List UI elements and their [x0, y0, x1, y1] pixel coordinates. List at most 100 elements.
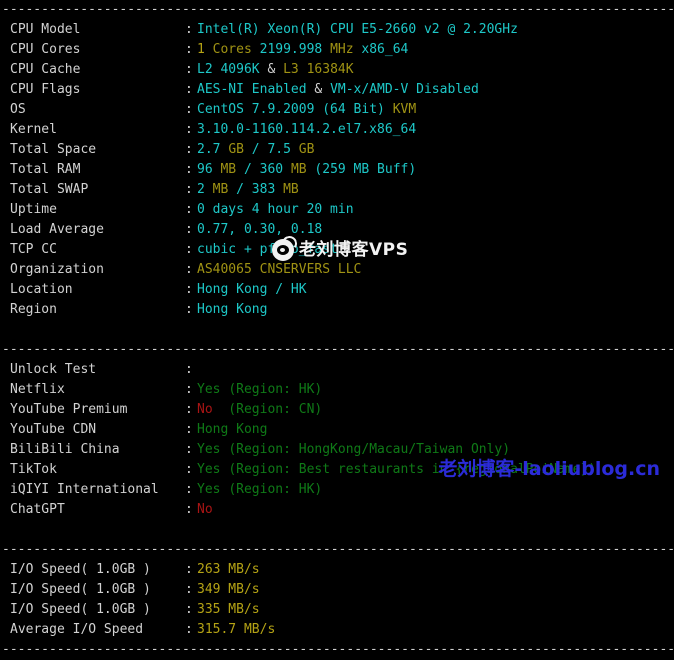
value-token: MB: [283, 182, 299, 197]
unlock-test-value: No: [197, 500, 213, 520]
value-token: Yes: [197, 442, 229, 457]
system-info-label: Total Space: [10, 142, 97, 157]
system-info-value: 0 days 4 hour 20 min: [197, 200, 354, 220]
value-token: 2: [197, 182, 213, 197]
value-token: 383: [251, 182, 284, 197]
io-speed-value: 315.7 MB/s: [197, 620, 275, 640]
value-token: Hong Kong: [197, 302, 268, 317]
row-colon: :: [185, 122, 193, 137]
value-token: GB: [298, 142, 315, 157]
value-token: &: [267, 62, 284, 77]
unlock-test-label: Netflix: [10, 382, 65, 397]
value-token: CentOS 7.9.2009: [197, 102, 323, 117]
system-info-value: 3.10.0-1160.114.2.el7.x86_64: [197, 120, 416, 140]
system-info-row: Organization: AS40065 CNSERVERS LLC: [10, 260, 674, 280]
row-colon: :: [185, 62, 193, 77]
system-info-row: Location: Hong Kong / HK: [10, 280, 674, 300]
value-token: Yes: [197, 462, 229, 477]
system-info-value: 1 Cores 2199.998 MHz x86_64: [197, 40, 408, 60]
value-token: 7.5: [267, 142, 299, 157]
row-colon: :: [185, 462, 193, 477]
io-speed-row: I/O Speed( 1.0GB ):263 MB/s: [10, 560, 674, 580]
value-token: No: [197, 502, 213, 517]
unlock-test-label: Unlock Test: [10, 362, 97, 377]
row-colon: :: [185, 202, 193, 217]
system-info-row: CPU Cache: L2 4096K & L3 16384K: [10, 60, 674, 80]
value-token: MHz: [330, 42, 362, 57]
system-info-value: Hong Kong / HK: [197, 280, 307, 300]
unlock-test-value: Hong Kong: [197, 420, 267, 440]
blog-watermark: 老刘博客-laoliublog.cn: [438, 458, 660, 480]
value-token: Hong Kong / HK: [197, 282, 307, 297]
value-token: /: [236, 182, 252, 197]
value-token: 335 MB/s: [197, 602, 260, 617]
value-token: 315.7 MB/s: [197, 622, 276, 637]
row-colon: :: [185, 182, 193, 197]
system-info-row: Total SWAP:2 MB / 383 MB: [10, 180, 674, 200]
system-info-label: CPU Cores: [10, 42, 81, 57]
row-colon: :: [185, 482, 193, 497]
system-info-row: Load Average:0.77, 0.30, 0.18: [10, 220, 674, 240]
unlock-test-label: YouTube Premium: [10, 402, 128, 417]
unlock-test-label: BiliBili China: [10, 442, 120, 457]
unlock-test-row: iQIYI International: Yes (Region: HK): [10, 480, 674, 500]
value-token: &: [314, 82, 331, 97]
unlock-test-label: iQIYI International: [10, 482, 159, 497]
unlock-test-row: Netflix: Yes (Region: HK): [10, 380, 674, 400]
unlock-test-label: ChatGPT: [10, 502, 65, 517]
value-token: AS40065 CNSERVERS LLC: [197, 262, 362, 277]
unlock-test-row: YouTube Premium: No (Region: CN): [10, 400, 674, 420]
io-speed-row: I/O Speed( 1.0GB ):349 MB/s: [10, 580, 674, 600]
io-speed-row: Average I/O Speed:315.7 MB/s: [10, 620, 674, 640]
value-token: 2.7: [197, 142, 229, 157]
system-info-label: CPU Cache: [10, 62, 81, 77]
value-token: AES-NI Enabled: [197, 82, 315, 97]
value-token: (Region: HongKong/Macau/Taiwan Only): [228, 442, 511, 457]
value-token: 96: [197, 162, 221, 177]
value-token: (Region: HK): [228, 382, 323, 397]
system-info-value: 2 MB / 383 MB: [197, 180, 299, 200]
value-token: 360: [259, 162, 291, 177]
system-info-value: 2.7 GB / 7.5 GB: [197, 140, 314, 160]
row-colon: :: [185, 142, 193, 157]
unlock-test-label: TikTok: [10, 462, 57, 477]
row-colon: :: [185, 622, 193, 637]
unlock-test-value: No (Region: CN): [197, 400, 322, 420]
separator-top: ----------------------------------------…: [2, 2, 674, 17]
io-speed-label: I/O Speed( 1.0GB ): [10, 602, 151, 617]
weibo-watermark-text: 老刘博客VPS: [299, 240, 409, 260]
system-info-label: Organization: [10, 262, 104, 277]
system-info-row: Region: Hong Kong: [10, 300, 674, 320]
value-token: 2199.998: [259, 42, 331, 57]
value-token: (259 MB Buff): [314, 162, 417, 177]
system-info-label: Uptime: [10, 202, 57, 217]
system-info-value: 0.77, 0.30, 0.18: [197, 220, 322, 240]
row-colon: :: [185, 22, 193, 37]
system-info-label: CPU Model: [10, 22, 81, 37]
row-colon: :: [185, 382, 193, 397]
system-info-row: Uptime:0 days 4 hour 20 min: [10, 200, 674, 220]
separator-unlock: ----------------------------------------…: [2, 342, 674, 357]
value-token: (Region: HK): [228, 482, 323, 497]
value-token: MB: [220, 162, 244, 177]
unlock-test-row: ChatGPT: No: [10, 500, 674, 520]
system-info-label: Load Average: [10, 222, 104, 237]
system-info-value: Intel(R) Xeon(R) CPU E5-2660 v2 @ 2.20GH…: [197, 20, 518, 40]
system-info-label: Total SWAP: [10, 182, 89, 197]
value-token: Cores: [212, 42, 260, 57]
row-colon: :: [185, 562, 193, 577]
unlock-test-label: YouTube CDN: [10, 422, 97, 437]
value-token: Yes: [197, 382, 229, 397]
value-token: Yes: [197, 482, 229, 497]
system-info-value: L2 4096K & L3 16384K: [197, 60, 354, 80]
row-colon: :: [185, 42, 193, 57]
system-info-value: AES-NI Enabled & VM-x/AMD-V Disabled: [197, 80, 479, 100]
system-info-label: Total RAM: [10, 162, 81, 177]
weibo-icon: [272, 234, 299, 261]
value-token: MB: [212, 182, 237, 197]
system-info-value: CentOS 7.9.2009 (64 Bit) KVM: [197, 100, 416, 120]
system-info-value: AS40065 CNSERVERS LLC: [197, 260, 361, 280]
row-colon: :: [185, 302, 193, 317]
